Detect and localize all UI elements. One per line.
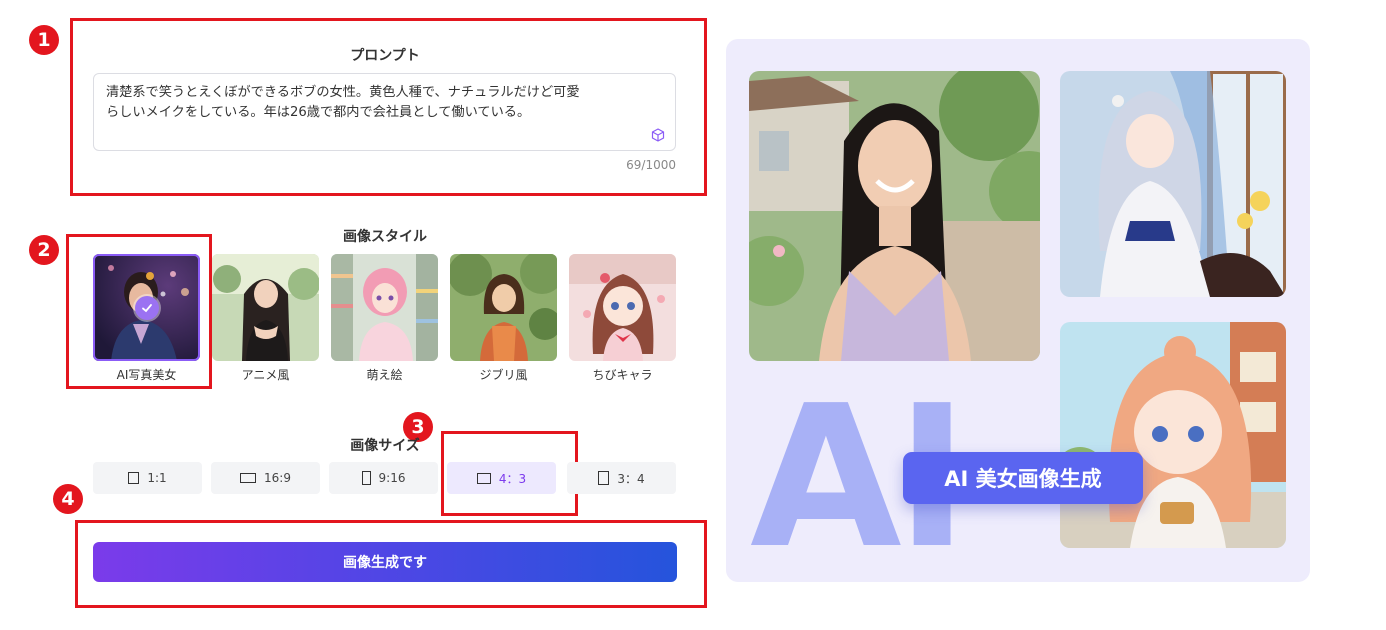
style-label-ghibli: ジブリ風 bbox=[479, 368, 528, 382]
selected-check-icon bbox=[135, 296, 159, 320]
cube-icon[interactable] bbox=[651, 128, 665, 142]
showcase-photo-chibi bbox=[1060, 322, 1286, 548]
size-option-1-1[interactable]: 1:1 bbox=[93, 462, 202, 494]
style-label-anime: アニメ風 bbox=[241, 368, 290, 382]
showcase-photo-anime bbox=[1060, 71, 1286, 297]
portrait-icon bbox=[361, 471, 371, 485]
style-card-moe[interactable] bbox=[331, 254, 438, 361]
showcase-photo-woman bbox=[749, 71, 1040, 361]
style-title: 画像スタイル bbox=[343, 229, 427, 245]
size-label-4-3: 4：3 bbox=[498, 471, 527, 486]
character-counter: 69/1000 bbox=[626, 158, 676, 172]
size-label-16-9: 16:9 bbox=[264, 471, 291, 485]
landscape-icon bbox=[240, 473, 257, 483]
landscape-icon bbox=[476, 472, 491, 484]
size-option-4-3[interactable]: 4：3 bbox=[447, 462, 556, 494]
moe-thumbnail bbox=[331, 254, 438, 361]
annotation-badge-2: 2 bbox=[29, 235, 59, 265]
prompt-text[interactable]: 清楚系で笑うとえくぼができるボブの女性。黄色人種で、ナチュラルだけど可愛 らしい… bbox=[106, 83, 626, 123]
chibi-thumbnail bbox=[569, 254, 676, 361]
size-option-9-16[interactable]: 9:16 bbox=[329, 462, 438, 494]
style-card-anime[interactable] bbox=[212, 254, 319, 361]
style-label-ai-photo: AI写真美女 bbox=[116, 368, 177, 382]
style-label-moe: 萌え絵 bbox=[366, 368, 403, 382]
size-option-16-9[interactable]: 16:9 bbox=[211, 462, 320, 494]
style-card-chibi[interactable] bbox=[569, 254, 676, 361]
prompt-textarea[interactable]: 清楚系で笑うとえくぼができるボブの女性。黄色人種で、ナチュラルだけど可愛 らしい… bbox=[93, 73, 676, 151]
size-label-3-4: 3：4 bbox=[617, 471, 645, 486]
prompt-title: プロンプト bbox=[350, 48, 420, 64]
size-label-1-1: 1:1 bbox=[147, 471, 167, 485]
ai-beauty-generation-badge: AI 美女画像生成 bbox=[903, 452, 1143, 504]
style-card-ghibli[interactable] bbox=[450, 254, 557, 361]
size-title: 画像サイズ bbox=[350, 438, 420, 454]
portrait-icon bbox=[598, 471, 610, 485]
square-icon bbox=[128, 472, 140, 484]
annotation-badge-1: 1 bbox=[29, 25, 59, 55]
size-option-3-4[interactable]: 3：4 bbox=[567, 462, 676, 494]
anime-thumbnail bbox=[212, 254, 319, 361]
style-label-chibi: ちびキャラ bbox=[592, 368, 653, 382]
ghibli-thumbnail bbox=[450, 254, 557, 361]
generate-button[interactable]: 画像生成です bbox=[93, 542, 677, 582]
annotation-badge-4: 4 bbox=[53, 484, 83, 514]
style-card-ai-photo[interactable] bbox=[93, 254, 200, 361]
size-label-9-16: 9:16 bbox=[378, 471, 406, 485]
